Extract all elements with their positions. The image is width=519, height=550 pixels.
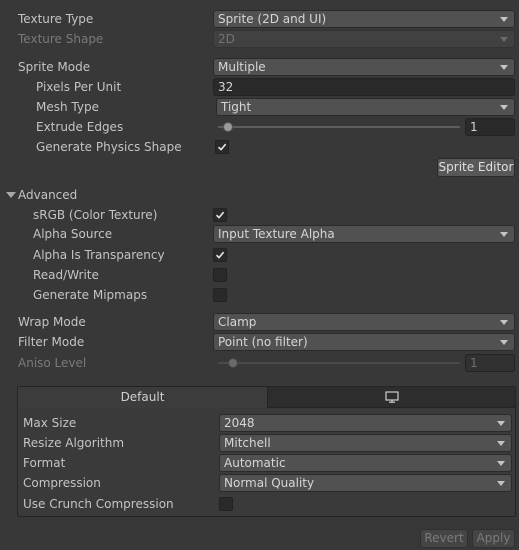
generate-mipmaps-row: Generate Mipmaps bbox=[0, 285, 519, 305]
generate-physics-shape-checkbox[interactable] bbox=[215, 140, 229, 154]
generate-mipmaps-label: Generate Mipmaps bbox=[33, 288, 148, 302]
texture-shape-dropdown: 2D bbox=[213, 30, 515, 48]
wrap-mode-dropdown[interactable]: Clamp bbox=[213, 313, 515, 331]
advanced-label: Advanced bbox=[18, 188, 78, 202]
sprite-mode-dropdown[interactable]: Multiple bbox=[213, 58, 515, 76]
advanced-foldout[interactable]: Advanced bbox=[0, 185, 519, 205]
use-crunch-label: Use Crunch Compression bbox=[23, 497, 174, 511]
tab-standalone[interactable] bbox=[268, 387, 515, 408]
wrap-mode-value: Clamp bbox=[218, 315, 257, 329]
format-value: Automatic bbox=[224, 456, 286, 470]
max-size-label: Max Size bbox=[23, 416, 77, 430]
monitor-icon bbox=[384, 391, 399, 403]
compression-row: Compression Normal Quality bbox=[0, 473, 519, 493]
extrude-edges-row: Extrude Edges 1 bbox=[0, 117, 519, 137]
filter-mode-label: Filter Mode bbox=[18, 335, 85, 349]
apply-button[interactable]: Apply bbox=[472, 529, 515, 548]
format-label: Format bbox=[23, 456, 66, 470]
checkmark-icon bbox=[215, 211, 225, 219]
format-row: Format Automatic bbox=[0, 453, 519, 473]
pixels-per-unit-input[interactable]: 32 bbox=[213, 78, 515, 96]
chevron-down-icon bbox=[497, 461, 505, 466]
compression-label: Compression bbox=[23, 476, 101, 490]
chevron-down-icon bbox=[500, 37, 508, 42]
alpha-is-transparency-row: Alpha Is Transparency bbox=[0, 245, 519, 265]
max-size-row: Max Size 2048 bbox=[0, 413, 519, 433]
aniso-level-row: Aniso Level 1 bbox=[0, 353, 519, 373]
texture-shape-label: Texture Shape bbox=[18, 32, 104, 46]
extrude-edges-slider-handle[interactable] bbox=[222, 122, 233, 132]
texture-type-dropdown[interactable]: Sprite (2D and UI) bbox=[213, 10, 515, 28]
mesh-type-label: Mesh Type bbox=[36, 100, 99, 114]
chevron-down-icon bbox=[500, 232, 508, 237]
srgb-checkbox[interactable] bbox=[213, 208, 227, 222]
chevron-down-icon bbox=[500, 17, 508, 22]
alpha-is-transparency-checkbox[interactable] bbox=[213, 248, 227, 262]
sprite-mode-label: Sprite Mode bbox=[18, 60, 91, 74]
extrude-edges-slider-track[interactable] bbox=[218, 126, 460, 128]
use-crunch-checkbox[interactable] bbox=[219, 497, 233, 511]
sprite-mode-value: Multiple bbox=[218, 60, 266, 74]
mesh-type-dropdown[interactable]: Tight bbox=[216, 98, 515, 116]
chevron-down-icon bbox=[497, 441, 505, 446]
aniso-level-input: 1 bbox=[465, 354, 515, 372]
chevron-down-icon bbox=[497, 481, 505, 486]
filter-mode-row: Filter Mode Point (no filter) bbox=[0, 332, 519, 352]
alpha-source-label: Alpha Source bbox=[33, 227, 113, 241]
alpha-source-row: Alpha Source Input Texture Alpha bbox=[0, 224, 519, 244]
chevron-down-icon bbox=[500, 105, 508, 110]
alpha-source-dropdown[interactable]: Input Texture Alpha bbox=[213, 225, 515, 243]
sprite-editor-button[interactable]: Sprite Editor bbox=[437, 158, 515, 177]
max-size-value: 2048 bbox=[224, 416, 255, 430]
read-write-row: Read/Write bbox=[0, 265, 519, 285]
max-size-dropdown[interactable]: 2048 bbox=[219, 414, 512, 432]
aniso-level-slider-track bbox=[218, 362, 460, 364]
extrude-edges-label: Extrude Edges bbox=[36, 120, 124, 134]
alpha-source-value: Input Texture Alpha bbox=[218, 227, 335, 241]
wrap-mode-row: Wrap Mode Clamp bbox=[0, 312, 519, 332]
mesh-type-value: Tight bbox=[221, 100, 252, 114]
filter-mode-value: Point (no filter) bbox=[218, 335, 308, 349]
read-write-checkbox[interactable] bbox=[213, 268, 227, 282]
use-crunch-row: Use Crunch Compression bbox=[0, 494, 519, 514]
foldout-arrow-icon bbox=[6, 192, 16, 198]
filter-mode-dropdown[interactable]: Point (no filter) bbox=[213, 333, 515, 351]
generate-mipmaps-checkbox[interactable] bbox=[213, 288, 227, 302]
chevron-down-icon bbox=[497, 421, 505, 426]
pixels-per-unit-row: Pixels Per Unit 32 bbox=[0, 77, 519, 97]
mesh-type-row: Mesh Type Tight bbox=[0, 97, 519, 117]
read-write-label: Read/Write bbox=[33, 268, 99, 282]
aniso-level-slider-handle bbox=[227, 358, 238, 368]
resize-algorithm-value: Mitchell bbox=[224, 436, 271, 450]
checkmark-icon bbox=[215, 251, 225, 259]
wrap-mode-label: Wrap Mode bbox=[18, 315, 86, 329]
generate-physics-shape-row: Generate Physics Shape bbox=[0, 137, 519, 157]
pixels-per-unit-label: Pixels Per Unit bbox=[36, 80, 122, 94]
texture-shape-value: 2D bbox=[218, 32, 235, 46]
sprite-mode-row: Sprite Mode Multiple bbox=[0, 57, 519, 77]
aniso-level-label: Aniso Level bbox=[18, 356, 87, 370]
format-dropdown[interactable]: Automatic bbox=[219, 454, 512, 472]
extrude-edges-input[interactable]: 1 bbox=[465, 118, 515, 136]
texture-type-label: Texture Type bbox=[18, 12, 94, 26]
srgb-label: sRGB (Color Texture) bbox=[33, 208, 158, 222]
texture-type-value: Sprite (2D and UI) bbox=[218, 12, 327, 26]
srgb-row: sRGB (Color Texture) bbox=[0, 205, 519, 225]
resize-algorithm-dropdown[interactable]: Mitchell bbox=[219, 434, 512, 452]
chevron-down-icon bbox=[500, 340, 508, 345]
resize-algorithm-row: Resize Algorithm Mitchell bbox=[0, 433, 519, 453]
texture-type-row: Texture Type Sprite (2D and UI) bbox=[0, 9, 519, 29]
resize-algorithm-label: Resize Algorithm bbox=[23, 436, 125, 450]
chevron-down-icon bbox=[500, 320, 508, 325]
revert-button[interactable]: Revert bbox=[420, 529, 468, 548]
texture-shape-row: Texture Shape 2D bbox=[0, 29, 519, 49]
compression-value: Normal Quality bbox=[224, 476, 315, 490]
generate-physics-shape-label: Generate Physics Shape bbox=[36, 140, 182, 154]
chevron-down-icon bbox=[500, 65, 508, 70]
compression-dropdown[interactable]: Normal Quality bbox=[219, 474, 512, 492]
alpha-is-transparency-label: Alpha Is Transparency bbox=[33, 248, 165, 262]
tab-default[interactable]: Default bbox=[18, 387, 268, 408]
checkmark-icon bbox=[217, 143, 227, 151]
